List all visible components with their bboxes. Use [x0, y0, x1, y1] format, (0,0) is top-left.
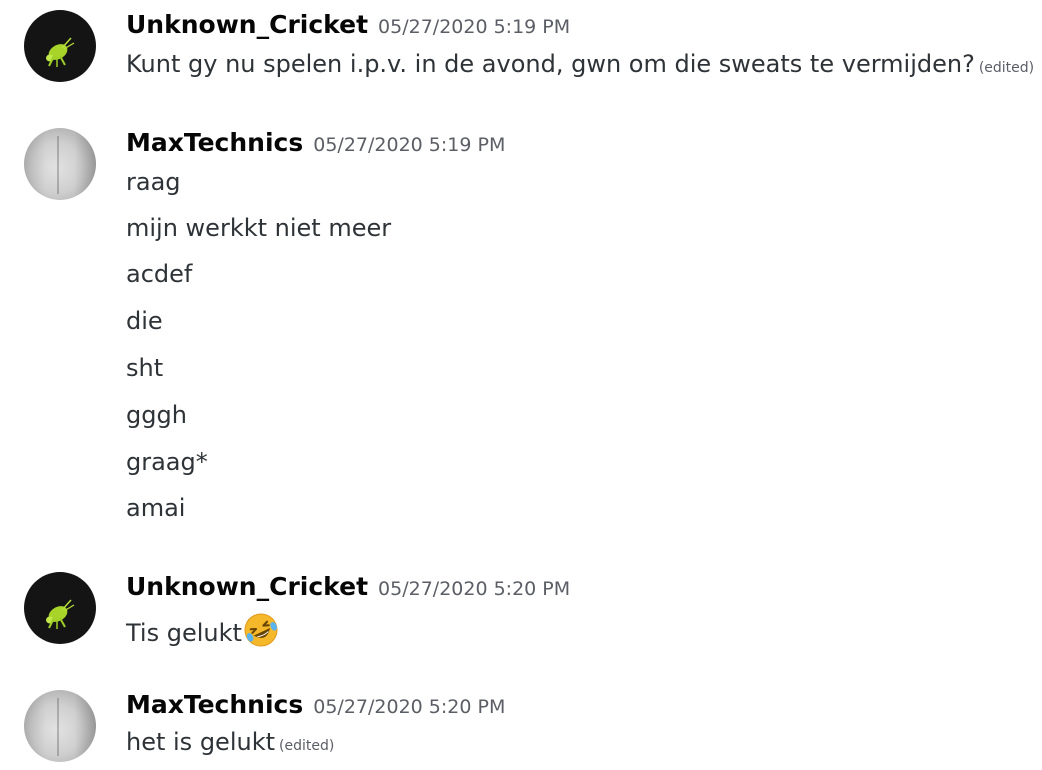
message-header: Unknown_Cricket 05/27/2020 5:19 PM: [126, 10, 570, 39]
username[interactable]: Unknown_Cricket: [126, 10, 368, 39]
message-content: die: [126, 307, 163, 335]
cricket-icon: [46, 599, 75, 629]
message-content: sht: [126, 354, 164, 382]
message-text: het is gelukt: [126, 728, 276, 756]
edited-label: (edited): [978, 60, 1035, 76]
avatar[interactable]: [24, 690, 96, 762]
message-content: amai: [126, 494, 186, 522]
message-content: acdef: [126, 260, 193, 288]
message-header: Unknown_Cricket 05/27/2020 5:20 PM: [126, 572, 570, 601]
avatar[interactable]: [24, 572, 96, 644]
message-header: MaxTechnics 05/27/2020 5:20 PM: [126, 690, 505, 719]
message-content: raag: [126, 168, 181, 196]
username[interactable]: MaxTechnics: [126, 690, 303, 719]
username[interactable]: Unknown_Cricket: [126, 572, 368, 601]
message-content: graag*: [126, 448, 208, 476]
timestamp[interactable]: 05/27/2020 5:19 PM: [378, 16, 570, 38]
avatar[interactable]: [24, 128, 96, 200]
rolling-on-floor-laughing-emoji: [244, 613, 278, 647]
message-text: Kunt gy nu spelen i.p.v. in de avond, gw…: [126, 50, 975, 78]
avatar[interactable]: [24, 10, 96, 82]
message-content: Kunt gy nu spelen i.p.v. in de avond, gw…: [126, 50, 1034, 78]
message-content: het is gelukt (edited): [126, 728, 334, 756]
message-content: gggh: [126, 401, 187, 429]
timestamp[interactable]: 05/27/2020 5:20 PM: [313, 696, 505, 718]
edited-label: (edited): [279, 738, 335, 754]
message-header: MaxTechnics 05/27/2020 5:19 PM: [126, 128, 505, 157]
cricket-icon: [46, 37, 75, 67]
timestamp[interactable]: 05/27/2020 5:20 PM: [378, 578, 570, 600]
username[interactable]: MaxTechnics: [126, 128, 303, 157]
timestamp[interactable]: 05/27/2020 5:19 PM: [313, 134, 505, 156]
message-content: Tis gelukt: [126, 612, 279, 648]
message-content: mijn werkkt niet meer: [126, 214, 392, 242]
message-text: Tis gelukt: [126, 619, 242, 647]
